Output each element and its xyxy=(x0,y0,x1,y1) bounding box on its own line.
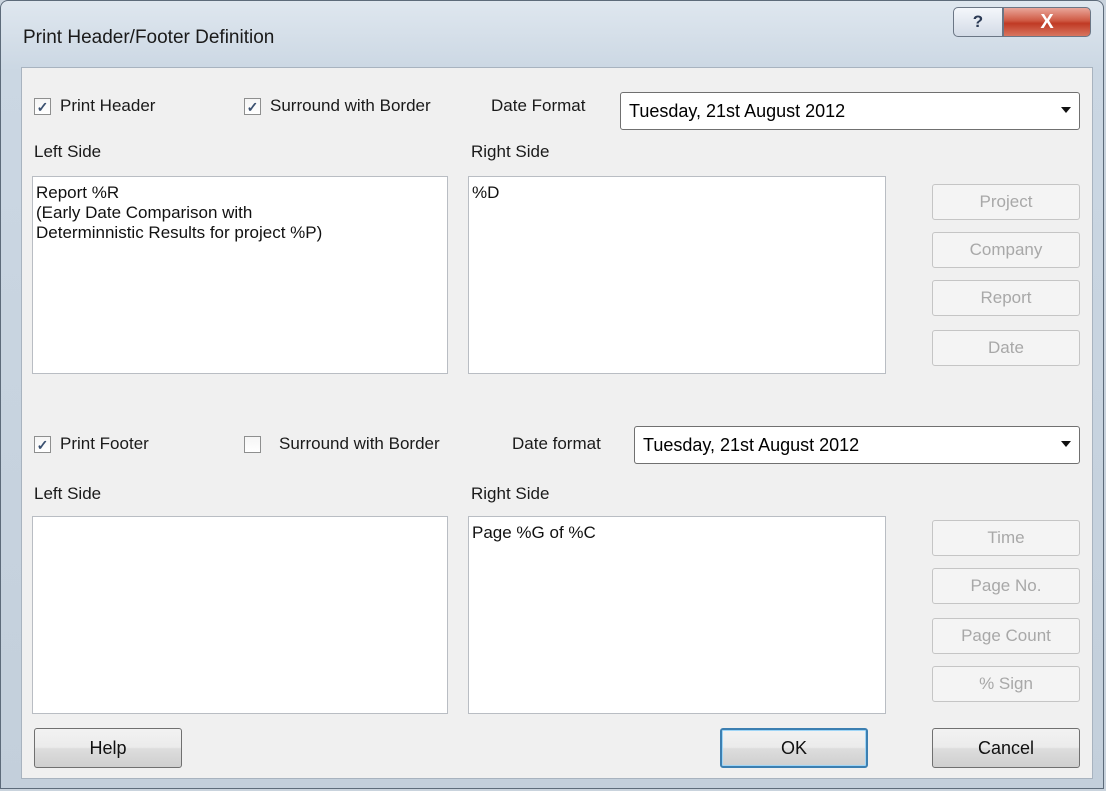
header-right-line: %D xyxy=(472,183,500,202)
ok-button[interactable]: OK xyxy=(720,728,868,768)
chevron-down-icon xyxy=(1061,441,1071,447)
print-header-checkbox[interactable]: ✓ xyxy=(34,98,51,115)
header-date-format-dropdown[interactable]: Tuesday, 21st August 2012 xyxy=(620,92,1080,130)
header-border-label[interactable]: Surround with Border xyxy=(270,96,431,116)
time-button[interactable]: Time xyxy=(932,520,1080,556)
page-count-button[interactable]: Page Count xyxy=(932,618,1080,654)
footer-right-side-label: Right Side xyxy=(471,484,550,503)
header-left-textarea[interactable]: Report %R (Early Date Comparison with De… xyxy=(32,176,448,374)
window-title: Print Header/Footer Definition xyxy=(23,27,275,48)
footer-border-checkbox[interactable] xyxy=(244,436,261,453)
header-left-side-label: Left Side xyxy=(34,142,102,161)
dialog-window: Print Header/Footer Definition ? X ✓ Pri… xyxy=(0,0,1104,789)
percent-sign-button[interactable]: % Sign xyxy=(932,666,1080,702)
help-icon[interactable]: ? xyxy=(953,7,1003,37)
print-footer-label[interactable]: Print Footer xyxy=(60,434,149,454)
help-button[interactable]: Help xyxy=(34,728,182,768)
date-button[interactable]: Date xyxy=(932,330,1080,366)
page-no-button[interactable]: Page No. xyxy=(932,568,1080,604)
header-date-format-value: Tuesday, 21st August 2012 xyxy=(629,101,846,121)
footer-right-line: Page %G of %C xyxy=(472,523,596,542)
footer-left-side-label: Left Side xyxy=(34,484,102,503)
header-border-checkbox[interactable]: ✓ xyxy=(244,98,261,115)
header-left-line: Determinnistic Results for project %P) xyxy=(36,223,323,242)
footer-left-textarea[interactable] xyxy=(32,516,448,714)
header-right-textarea[interactable]: %D xyxy=(468,176,886,374)
print-header-label[interactable]: Print Header xyxy=(60,96,155,116)
header-right-side-label: Right Side xyxy=(471,142,550,161)
header-left-line: (Early Date Comparison with xyxy=(36,203,253,222)
footer-date-format-dropdown[interactable]: Tuesday, 21st August 2012 xyxy=(634,426,1080,464)
report-button[interactable]: Report xyxy=(932,280,1080,316)
footer-border-label[interactable]: Surround with Border xyxy=(279,434,440,454)
header-date-format-label: Date Format xyxy=(491,96,586,115)
close-icon[interactable]: X xyxy=(1003,7,1091,37)
project-button[interactable]: Project xyxy=(932,184,1080,220)
footer-date-format-value: Tuesday, 21st August 2012 xyxy=(643,435,860,455)
print-footer-checkbox[interactable]: ✓ xyxy=(34,436,51,453)
company-button[interactable]: Company xyxy=(932,232,1080,268)
chevron-down-icon xyxy=(1061,107,1071,113)
dialog-body: ✓ Print Header ✓ Surround with Border Da… xyxy=(21,67,1093,779)
cancel-button[interactable]: Cancel xyxy=(932,728,1080,768)
footer-right-textarea[interactable]: Page %G of %C xyxy=(468,516,886,714)
footer-date-format-label: Date format xyxy=(512,434,601,453)
header-left-line: Report %R xyxy=(36,183,120,202)
title-bar[interactable]: Print Header/Footer Definition ? X xyxy=(1,1,1105,63)
